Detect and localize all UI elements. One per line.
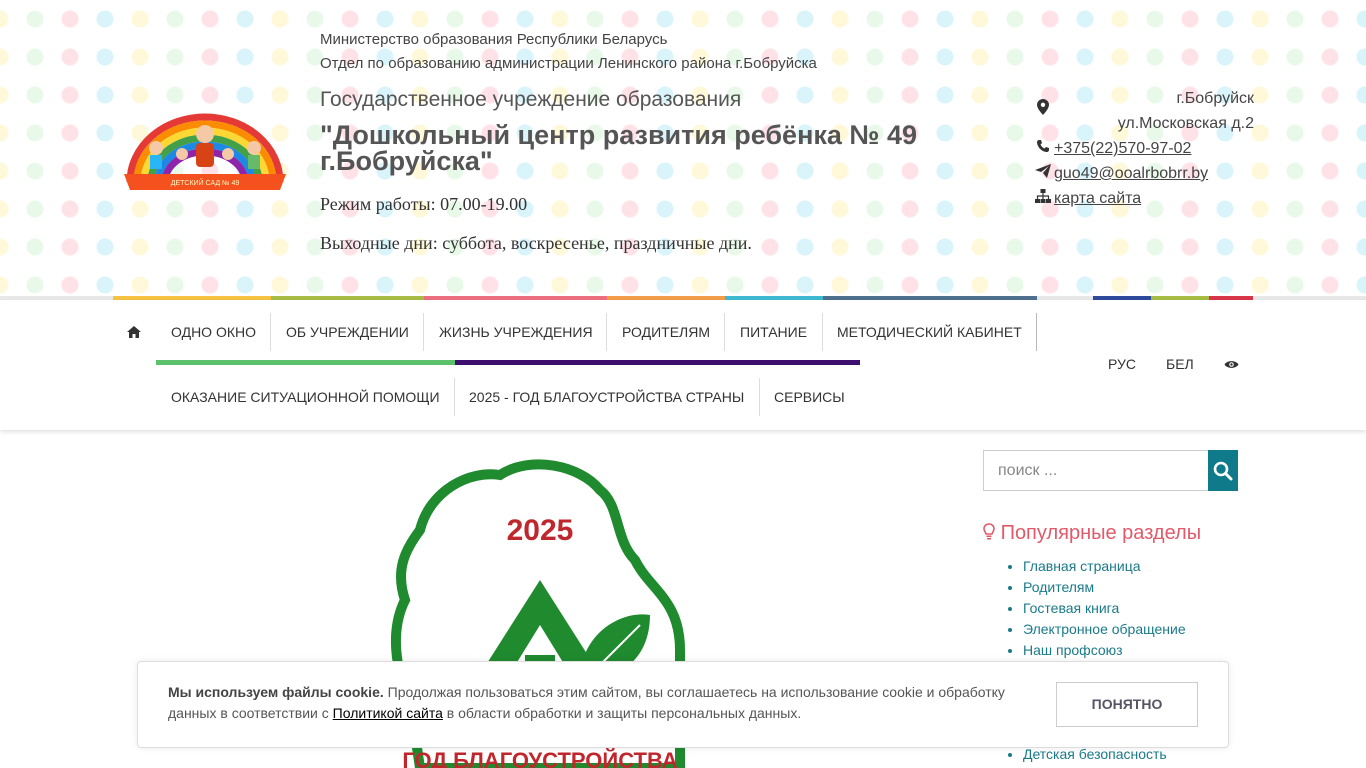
- email-row: guo49@ooalrbobrr.by: [1034, 161, 1254, 186]
- list-item[interactable]: Электронное обращение: [1023, 619, 1186, 640]
- banner-year: 2025: [507, 514, 574, 547]
- popular-link[interactable]: Родителям: [1023, 579, 1094, 595]
- sitemap-icon: [1034, 186, 1052, 211]
- nav-situational-help[interactable]: ОКАЗАНИЕ СИТУАЦИОННОЙ ПОМОЩИ: [156, 379, 455, 415]
- nav-about[interactable]: ОБ УЧРЕЖДЕНИИ: [271, 314, 424, 350]
- popular-sections-title: Популярные разделы: [1000, 522, 1202, 544]
- nav-one-window[interactable]: ОДНО ОКНО: [156, 314, 271, 350]
- home-icon[interactable]: [126, 322, 142, 342]
- main-nav: ОДНО ОКНО ОБ УЧРЕЖДЕНИИ ЖИЗНЬ УЧРЕЖДЕНИЯ…: [0, 300, 1366, 430]
- nav-services[interactable]: СЕРВИСЫ: [759, 379, 860, 415]
- nav-row2-bar: [156, 360, 455, 365]
- phone-row: +375(22)570-97-02: [1034, 136, 1254, 161]
- search-icon: [1213, 461, 1233, 481]
- days-off: Выходные дни: суббота, воскресенье, праз…: [320, 233, 752, 253]
- address-text: г.Бобруйск ул.Московская д.2: [1117, 90, 1254, 132]
- lang-ru[interactable]: РУС: [1093, 346, 1151, 382]
- nav-divider: [1036, 313, 1037, 351]
- logo-caption: ДЕТСКИЙ САД № 49: [171, 178, 240, 187]
- site-header: ДЕТСКИЙ САД № 49 Министерство образовани…: [0, 0, 1366, 296]
- list-item[interactable]: Главная страница: [1023, 556, 1186, 577]
- cookie-message: Мы используем файлы cookie. Продолжая по…: [168, 682, 1028, 724]
- search-button[interactable]: [1208, 450, 1238, 491]
- phone-icon: [1034, 136, 1052, 161]
- ministry-block: Министерство образования Республики Бела…: [320, 28, 817, 76]
- email-link[interactable]: guo49@ooalrbobrr.by: [1054, 165, 1208, 182]
- nav-row2-bar: [455, 360, 860, 365]
- nav-parents[interactable]: РОДИТЕЛЯМ: [607, 314, 725, 350]
- cookie-banner: Мы используем файлы cookie. Продолжая по…: [137, 661, 1229, 748]
- popular-link[interactable]: Детская безопасность: [1023, 746, 1167, 762]
- cookie-bold-text: Мы используем файлы cookie.: [168, 684, 384, 700]
- cookie-accept-button[interactable]: ПОНЯТНО: [1056, 682, 1198, 727]
- nav-year-2025[interactable]: 2025 - ГОД БЛАГОУСТРОЙСТВА СТРАНЫ: [454, 379, 759, 415]
- department-title: Отдел по образованию администрации Ленин…: [320, 55, 817, 72]
- org-name[interactable]: "Дошкольный центр развития ребёнка № 49 …: [320, 122, 960, 175]
- popular-link[interactable]: Гостевая книга: [1023, 600, 1119, 616]
- list-item[interactable]: Наш профсоюз: [1023, 640, 1186, 661]
- eye-icon[interactable]: [1224, 359, 1239, 370]
- popular-sections-heading: Популярные разделы: [983, 522, 1201, 545]
- nav-life[interactable]: ЖИЗНЬ УЧРЕЖДЕНИЯ: [424, 314, 608, 350]
- lightbulb-icon: [983, 523, 995, 540]
- working-hours: Режим работы: 07.00-19.00: [320, 194, 528, 214]
- paper-plane-icon: [1034, 161, 1052, 186]
- list-item[interactable]: Гостевая книга: [1023, 598, 1186, 619]
- phone-link[interactable]: +375(22)570-97-02: [1054, 140, 1191, 157]
- nav-methodical[interactable]: МЕТОДИЧЕСКИЙ КАБИНЕТ: [822, 314, 1037, 350]
- popular-link[interactable]: Электронное обращение: [1023, 621, 1186, 637]
- lang-by[interactable]: БЕЛ: [1151, 346, 1209, 382]
- cookie-policy-link[interactable]: Политикой сайта: [333, 705, 443, 721]
- popular-link[interactable]: Наш профсоюз: [1023, 642, 1123, 658]
- rainbow-logo[interactable]: ДЕТСКИЙ САД № 49: [116, 104, 294, 192]
- sitemap-link[interactable]: карта сайта: [1054, 190, 1141, 207]
- popular-link[interactable]: Главная страница: [1023, 558, 1141, 574]
- map-marker-icon: [1034, 98, 1052, 123]
- cookie-text-2: в области обработки и защиты персональны…: [442, 705, 802, 721]
- sitemap-row: карта сайта: [1034, 186, 1254, 211]
- popular-sections-list: Главная страница Родителям Гостевая книг…: [1023, 556, 1186, 661]
- org-type: Государственное учреждение образования: [320, 88, 742, 111]
- contacts-block: г.Бобруйск ул.Московская д.2 +375(22)570…: [1034, 86, 1254, 211]
- address-row: г.Бобруйск ул.Московская д.2: [1034, 86, 1254, 136]
- ministry-title: Министерство образования Республики Бела…: [320, 31, 668, 48]
- search-input[interactable]: поиск ...: [983, 450, 1209, 491]
- list-item[interactable]: Родителям: [1023, 577, 1186, 598]
- banner-caption: ГОД БЛАГОУСТРОЙСТВА: [402, 748, 677, 768]
- nav-nutrition[interactable]: ПИТАНИЕ: [725, 314, 822, 350]
